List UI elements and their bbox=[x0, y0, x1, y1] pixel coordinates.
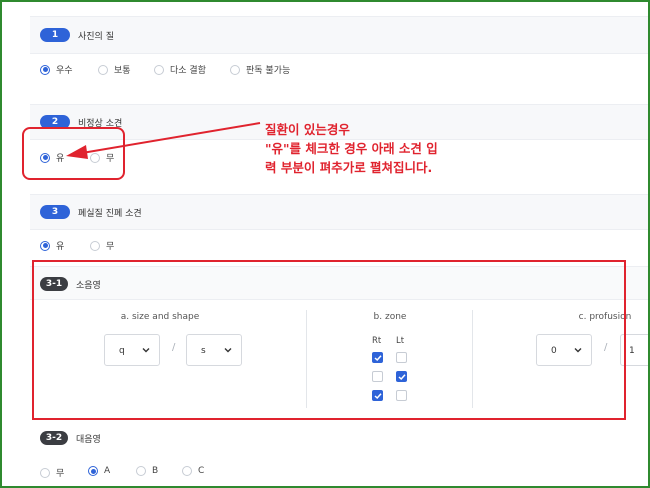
radio-option-some-defect[interactable]: 다소 결함 bbox=[154, 63, 206, 76]
radio-option-a[interactable]: A bbox=[88, 466, 110, 476]
subsection-3-2-options: 무 A B C bbox=[30, 464, 648, 482]
radio-label: 무 bbox=[106, 242, 115, 252]
section-1-options: 우수 보통 다소 결함 판독 불가능 bbox=[30, 60, 648, 80]
section-title: 폐실질 진폐 소견 bbox=[78, 209, 142, 219]
section-title: 사진의 질 bbox=[78, 32, 114, 42]
radio-option-excellent[interactable]: 우수 bbox=[40, 63, 73, 76]
section-number-badge: 3 bbox=[40, 205, 70, 219]
section-number-badge: 1 bbox=[40, 28, 70, 42]
radio-button[interactable] bbox=[136, 466, 146, 476]
annotation-highlight-rect bbox=[32, 260, 626, 420]
radio-button[interactable] bbox=[98, 64, 108, 75]
radio-option-c[interactable]: C bbox=[182, 466, 204, 476]
radio-button[interactable] bbox=[90, 240, 100, 251]
radio-button[interactable] bbox=[40, 467, 50, 478]
annotation-line-2: "유"를 체크한 경우 아래 소견 입 bbox=[265, 141, 438, 156]
select-value: 1 bbox=[629, 346, 635, 356]
subsection-3-2-header: 3-2 대음영 bbox=[30, 422, 648, 454]
radio-button[interactable] bbox=[230, 64, 240, 75]
radio-option-yes[interactable]: 유 bbox=[40, 239, 64, 252]
radio-label: B bbox=[152, 466, 159, 476]
radio-option-no[interactable]: 무 bbox=[90, 239, 114, 252]
radio-option-normal[interactable]: 보통 bbox=[98, 63, 131, 76]
radio-button[interactable] bbox=[182, 466, 192, 476]
radio-button[interactable] bbox=[154, 64, 164, 75]
radio-button[interactable] bbox=[40, 240, 50, 251]
radio-label: 유 bbox=[56, 242, 65, 252]
radio-button[interactable] bbox=[88, 466, 98, 476]
section-3-options: 유 무 bbox=[30, 236, 648, 256]
radio-label: 보통 bbox=[114, 66, 131, 76]
screenshot-frame: 1 사진의 질 우수 보통 다소 결함 판독 불가능 2 비정상 소견 유 무 … bbox=[0, 0, 650, 488]
subsection-title: 대음영 bbox=[76, 435, 101, 445]
radio-option-unreadable[interactable]: 판독 불가능 bbox=[230, 63, 290, 76]
radio-option-none[interactable]: 무 bbox=[40, 466, 64, 479]
radio-label: C bbox=[198, 466, 205, 476]
annotation-line-1: 질환이 있는경우 bbox=[265, 122, 350, 137]
radio-button[interactable] bbox=[40, 64, 50, 75]
radio-label: 판독 불가능 bbox=[246, 66, 291, 76]
radio-label: A bbox=[104, 466, 111, 476]
subsection-number-badge: 3-2 bbox=[40, 431, 68, 445]
radio-option-b[interactable]: B bbox=[136, 466, 158, 476]
annotation-highlight-box bbox=[22, 127, 125, 180]
radio-label: 다소 결함 bbox=[170, 66, 206, 76]
annotation-text: 질환이 있는경우 "유"를 체크한 경우 아래 소견 입 력 부분이 펴추가로 … bbox=[265, 120, 438, 177]
radio-label: 무 bbox=[56, 469, 65, 479]
section-3-header: 3 폐실질 진폐 소견 bbox=[30, 194, 648, 230]
radio-label: 우수 bbox=[56, 66, 73, 76]
annotation-line-3: 력 부분이 펴추가로 펼쳐집니다. bbox=[265, 160, 433, 175]
section-1-header: 1 사진의 질 bbox=[30, 16, 648, 54]
